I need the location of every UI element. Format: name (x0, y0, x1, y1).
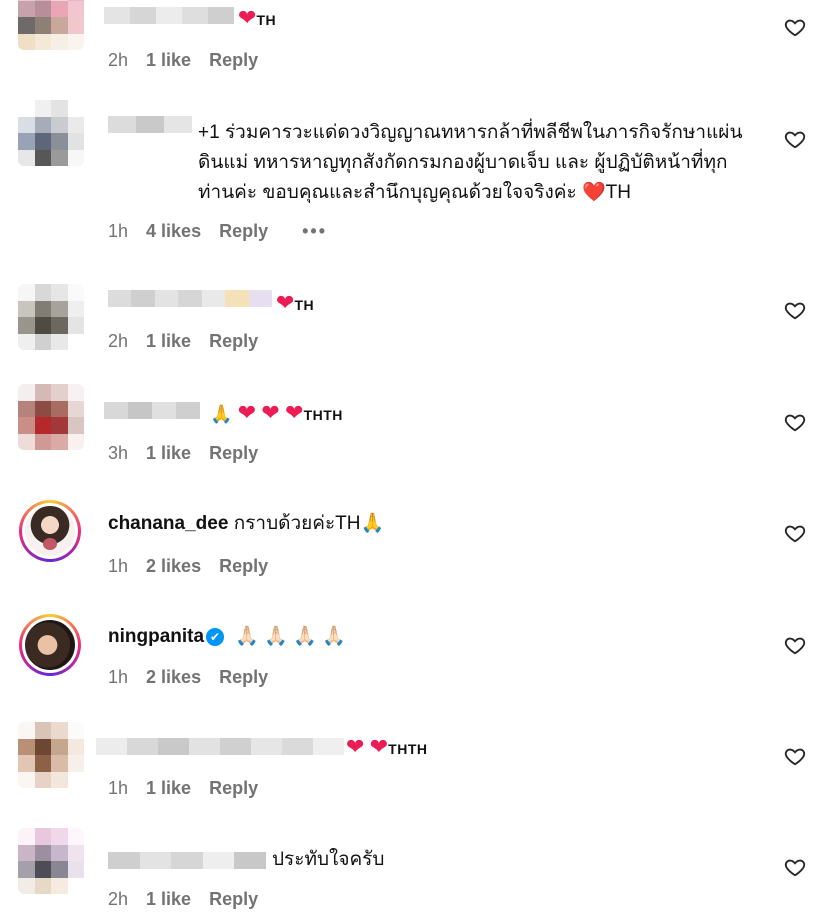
likes-count[interactable]: 1 like (146, 331, 191, 352)
comment-meta: 2h 1 like Reply (108, 50, 276, 71)
likes-count[interactable]: 1 like (146, 443, 191, 464)
comment-meta: 1h 1 like Reply (108, 778, 276, 799)
heart-outline-icon[interactable] (784, 745, 806, 767)
comment-meta: 1h 2 likes Reply (108, 667, 286, 688)
reply-button[interactable]: Reply (209, 443, 258, 464)
comment-text: ❤TH (276, 290, 315, 315)
comment-text: ❤TH (238, 5, 277, 30)
blurred-username (104, 7, 234, 24)
heart-outline-icon[interactable] (784, 411, 806, 433)
username[interactable]: chanana_dee (108, 513, 228, 534)
reply-button[interactable]: Reply (219, 221, 268, 242)
comment-meta: 1h 2 likes Reply (108, 556, 286, 577)
heart-outline-icon[interactable] (784, 16, 806, 38)
comment-time: 1h (108, 221, 129, 241)
comment-time: 2h (108, 331, 129, 351)
reply-button[interactable]: Reply (209, 778, 258, 799)
likes-count[interactable]: 1 like (146, 889, 191, 910)
comment-time: 1h (108, 778, 129, 798)
heart-outline-icon[interactable] (784, 522, 806, 544)
comment-meta: 3h 1 like Reply (108, 443, 276, 464)
heart-outline-icon[interactable] (784, 634, 806, 656)
blurred-username (108, 852, 266, 869)
comment-meta: 2h 1 like Reply (108, 331, 276, 352)
comment-time: 3h (108, 443, 129, 463)
more-options-icon[interactable]: ••• (302, 221, 327, 242)
avatar[interactable] (18, 0, 84, 50)
username[interactable]: ningpanita (108, 626, 204, 647)
comment-body: 🙏🏻 🙏🏻 🙏🏻 🙏🏻 (235, 626, 346, 647)
heart-outline-icon[interactable] (784, 299, 806, 321)
comment-time: 1h (108, 667, 129, 687)
reply-button[interactable]: Reply (209, 889, 258, 910)
heart-outline-icon[interactable] (784, 128, 806, 150)
verified-badge-icon: ✔ (206, 627, 225, 646)
blurred-username (96, 738, 344, 755)
likes-count[interactable]: 2 likes (146, 667, 201, 688)
avatar[interactable] (18, 384, 84, 450)
likes-count[interactable]: 1 like (146, 50, 191, 71)
comment-time: 1h (108, 556, 129, 576)
comment-text: ประทับใจครับ (272, 845, 740, 875)
reply-button[interactable]: Reply (219, 667, 268, 688)
comment-text: chanana_dee กราบด้วยค่ะTH🙏 (108, 509, 740, 539)
likes-count[interactable]: 4 likes (146, 221, 201, 242)
comment-time: 2h (108, 889, 129, 909)
avatar[interactable] (18, 100, 84, 166)
reply-button[interactable]: Reply (209, 331, 258, 352)
comment-meta: 1h 4 likes Reply ••• (108, 221, 345, 242)
likes-count[interactable]: 1 like (146, 778, 191, 799)
comment-body: กราบด้วยค่ะTH🙏 (233, 513, 385, 534)
comment-meta: 2h 1 like Reply (108, 889, 276, 910)
comment-text: ❤ ❤THTH (346, 734, 428, 759)
comment-body: ประทับใจครับ (272, 849, 385, 870)
comment-text: ningpanita ✔ 🙏🏻 🙏🏻 🙏🏻 🙏🏻 (108, 622, 740, 652)
blurred-username (104, 402, 200, 419)
story-ring-avatar[interactable] (19, 500, 81, 562)
avatar[interactable] (18, 722, 84, 788)
reply-button[interactable]: Reply (209, 50, 258, 71)
heart-outline-icon[interactable] (784, 856, 806, 878)
comment-time: 2h (108, 50, 129, 70)
avatar[interactable] (18, 828, 84, 894)
blurred-username (108, 116, 192, 133)
story-ring-avatar[interactable] (19, 614, 81, 676)
reply-button[interactable]: Reply (219, 556, 268, 577)
likes-count[interactable]: 2 likes (146, 556, 201, 577)
comment-text: 🙏 ❤ ❤ ❤THTH (210, 400, 343, 425)
comment-text: +1 ร่วมคารวะแด่ดวงวิญญาณทหารกล้าที่พลีชี… (198, 122, 743, 203)
blurred-username (108, 290, 272, 307)
avatar[interactable] (18, 284, 84, 350)
